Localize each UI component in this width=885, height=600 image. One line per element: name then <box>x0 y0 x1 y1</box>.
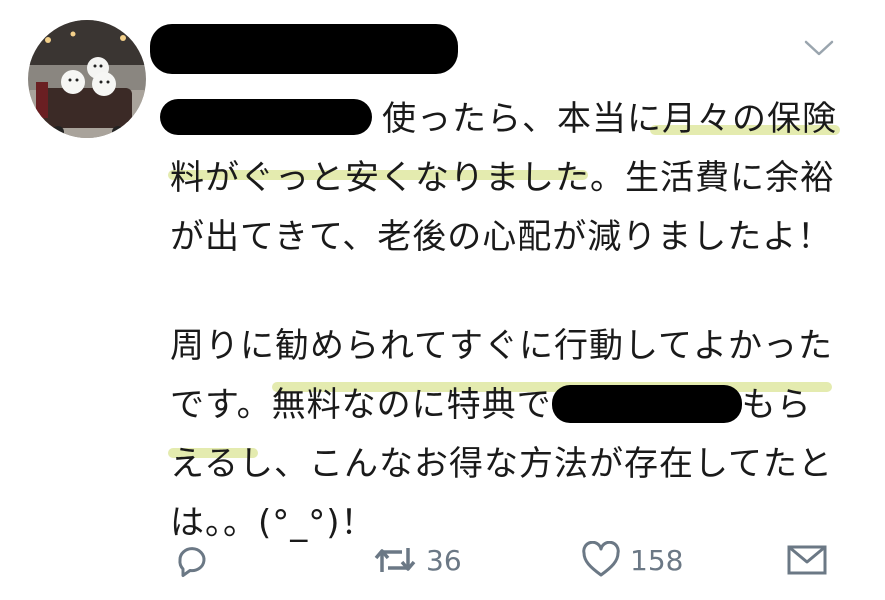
redacted-display-name <box>150 24 458 74</box>
reply-icon <box>178 547 206 577</box>
reply-button[interactable] <box>172 535 212 585</box>
tweet-text: 使ったら、本当に月々の保険 料がぐっと安くなりました。生活費に余裕 が出てきて、… <box>170 90 850 553</box>
retweet-icon <box>374 548 416 572</box>
chevron-down-icon[interactable] <box>803 38 835 58</box>
direct-message-button[interactable] <box>786 535 828 585</box>
tweet-fragment: です。無料なのに特典で <box>170 385 552 425</box>
retweet-count: 36 <box>426 543 462 577</box>
retweet-button[interactable]: 36 <box>372 535 462 585</box>
like-button[interactable]: 158 <box>580 535 683 585</box>
tweet-line: 周りに勧められてすぐに行動してよかった <box>170 326 833 366</box>
tweet-line: が出てきて、老後の心配が減りましたよ！ <box>170 217 833 257</box>
mail-icon <box>787 545 827 575</box>
tweet-line: 料がぐっと安くなりました。生活費に余裕 <box>170 158 835 198</box>
heart-icon <box>582 541 620 577</box>
avatar[interactable] <box>28 20 146 138</box>
like-count: 158 <box>630 543 684 577</box>
tweet-fragment: もら <box>741 385 812 425</box>
tweet-action-bar: 36 158 <box>0 535 885 585</box>
redacted-text <box>551 384 742 423</box>
avatar-dogs-photo <box>28 20 146 138</box>
tweet-line-with-redaction: です。無料なのに特典で もら <box>170 376 850 435</box>
tweet-line: 使ったら、本当に月々の保険 <box>382 99 837 139</box>
tweet-line: えるし、こんなお得な方法が存在してたと <box>170 444 833 484</box>
